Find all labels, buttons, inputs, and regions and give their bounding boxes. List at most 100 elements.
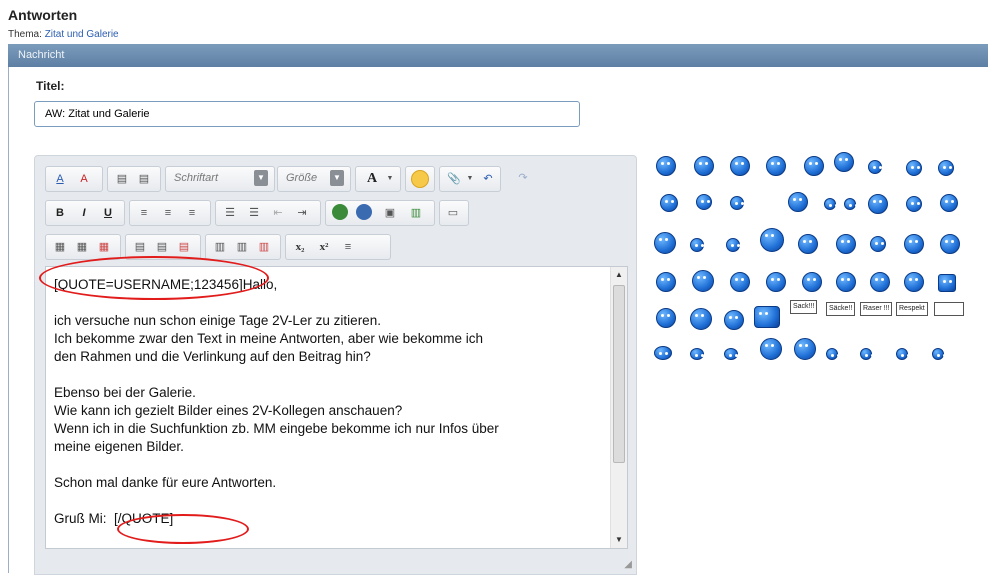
smiley-icon[interactable] (788, 192, 808, 212)
font-color-icon[interactable]: A (52, 171, 68, 187)
smiley-icon[interactable] (904, 272, 924, 292)
subscript-icon[interactable]: x₂ (292, 239, 308, 255)
smiley-icon[interactable] (660, 194, 678, 212)
smiley-icon[interactable] (654, 232, 676, 254)
text-color-icon[interactable]: A (364, 171, 380, 187)
smiley-icon[interactable] (656, 156, 676, 176)
smiley-icon[interactable] (794, 338, 816, 360)
smiley-icon[interactable] (932, 348, 944, 360)
smiley-icon[interactable] (690, 238, 704, 252)
smiley-icon[interactable] (654, 346, 672, 360)
insert-row-above-icon[interactable]: ▤ (132, 239, 148, 255)
smiley-icon[interactable] (938, 160, 954, 176)
smiley-icon[interactable] (870, 272, 890, 292)
paste-icon[interactable]: ▤ (114, 171, 130, 187)
ordered-list-icon[interactable]: ☰ (222, 205, 238, 221)
video-icon[interactable]: ▥ (408, 205, 424, 221)
smiley-icon[interactable] (906, 196, 922, 212)
smiley-icon[interactable] (760, 338, 782, 360)
smiley-icon[interactable] (411, 170, 429, 188)
align-center-icon[interactable]: ≡ (160, 205, 176, 221)
table-properties-icon[interactable]: ▦ (74, 239, 90, 255)
smiley-icon[interactable] (690, 308, 712, 330)
unordered-list-icon[interactable]: ☰ (246, 205, 262, 221)
smiley-icon[interactable] (760, 228, 784, 252)
chevron-down-icon[interactable]: ▼ (382, 171, 398, 187)
smiley-icon[interactable] (802, 272, 822, 292)
smiley-icon[interactable] (724, 310, 744, 330)
smiley-icon[interactable] (836, 234, 856, 254)
smiley-icon[interactable] (834, 152, 854, 172)
superscript-icon[interactable]: x² (316, 239, 332, 255)
delete-row-icon[interactable]: ▤ (176, 239, 192, 255)
undo-icon[interactable]: ↶ (480, 171, 496, 187)
smiley-icon[interactable] (804, 156, 824, 176)
insert-col-before-icon[interactable]: ▥ (212, 239, 228, 255)
scroll-down-icon[interactable]: ▼ (611, 532, 627, 548)
horizontal-rule-icon[interactable]: ≡ (340, 239, 356, 255)
smiley-icon[interactable] (836, 272, 856, 292)
textarea-scrollbar[interactable]: ▲ ▼ (610, 267, 627, 548)
sign-smiley[interactable]: Raser !!! (860, 302, 893, 316)
smiley-icon[interactable] (730, 272, 750, 292)
smiley-icon[interactable] (694, 156, 714, 176)
indent-icon[interactable]: ⇥ (294, 205, 310, 221)
smiley-icon[interactable] (766, 156, 786, 176)
insert-col-after-icon[interactable]: ▥ (234, 239, 250, 255)
smiley-icon[interactable] (766, 272, 786, 292)
smiley-icon[interactable] (692, 270, 714, 292)
italic-icon[interactable]: I (76, 205, 92, 221)
outdent-icon[interactable]: ⇤ (270, 205, 286, 221)
smiley-icon[interactable] (726, 238, 740, 252)
quote-icon[interactable]: ▭ (445, 205, 461, 221)
unlink-icon[interactable] (356, 204, 372, 220)
resize-grip-icon[interactable]: ◢ (624, 559, 632, 570)
title-input[interactable] (34, 101, 580, 127)
sign-smiley[interactable]: Säcke!! (826, 302, 856, 316)
smiley-icon[interactable] (868, 160, 882, 174)
redo-icon[interactable]: ↷ (515, 170, 531, 186)
align-right-icon[interactable]: ≡ (184, 205, 200, 221)
sign-smiley[interactable]: Sack!!! (790, 300, 818, 314)
smiley-icon[interactable] (798, 234, 818, 254)
smiley-icon[interactable] (868, 194, 888, 214)
smiley-icon[interactable] (826, 348, 838, 360)
smiley-icon[interactable] (844, 198, 856, 210)
smiley-icon[interactable] (690, 348, 704, 360)
smiley-icon[interactable] (656, 272, 676, 292)
underline-icon[interactable]: U (100, 205, 116, 221)
smiley-icon[interactable] (860, 348, 872, 360)
bold-icon[interactable]: B (52, 205, 68, 221)
size-dropdown[interactable]: Größe ▼ (277, 166, 351, 192)
smiley-icon[interactable] (730, 196, 744, 210)
insert-row-below-icon[interactable]: ▤ (154, 239, 170, 255)
smiley-icon[interactable] (730, 156, 750, 176)
smiley-icon[interactable] (870, 236, 886, 252)
smiley-icon[interactable] (754, 306, 780, 328)
remove-format-icon[interactable]: A (76, 171, 92, 187)
sign-smiley[interactable] (934, 302, 964, 316)
link-icon[interactable] (332, 204, 348, 220)
smiley-icon[interactable] (724, 348, 738, 360)
smiley-icon[interactable] (896, 348, 908, 360)
chevron-down-icon[interactable]: ▼ (462, 171, 478, 187)
smiley-icon[interactable] (656, 308, 676, 328)
attachment-icon[interactable]: 📎 (446, 171, 462, 187)
table-icon[interactable]: ▦ (52, 239, 68, 255)
smiley-icon[interactable] (824, 198, 836, 210)
smiley-icon[interactable] (696, 194, 712, 210)
scroll-up-icon[interactable]: ▲ (611, 267, 627, 283)
sign-smiley[interactable]: Respekt (896, 302, 928, 316)
smiley-icon[interactable] (906, 160, 922, 176)
align-left-icon[interactable]: ≡ (136, 205, 152, 221)
message-textarea[interactable]: [QUOTE=USERNAME;123456]Hallo, ich versuc… (45, 266, 628, 549)
smiley-icon[interactable] (938, 274, 956, 292)
delete-col-icon[interactable]: ▥ (256, 239, 272, 255)
smiley-icon[interactable] (940, 234, 960, 254)
paste-text-icon[interactable]: ▤ (136, 171, 152, 187)
font-dropdown[interactable]: Schriftart ▼ (165, 166, 275, 192)
thema-link[interactable]: Zitat und Galerie (45, 29, 119, 40)
table-delete-icon[interactable]: ▦ (96, 239, 112, 255)
scrollbar-thumb[interactable] (613, 285, 625, 463)
smiley-icon[interactable] (904, 234, 924, 254)
